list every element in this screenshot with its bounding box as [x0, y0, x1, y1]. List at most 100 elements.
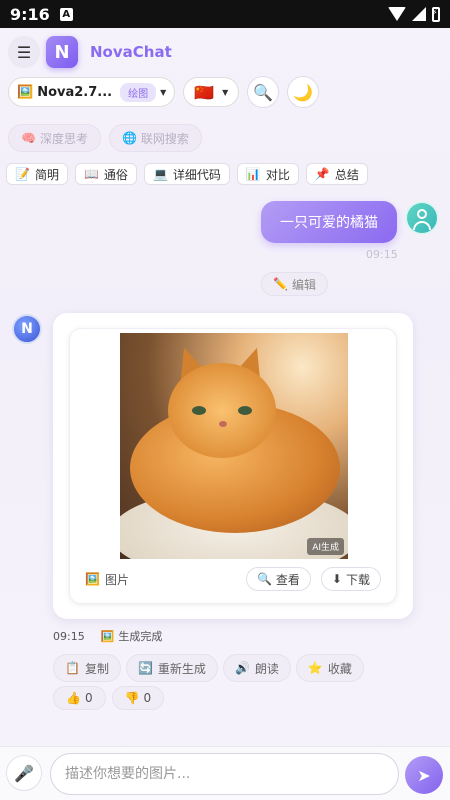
regenerate-button[interactable]: 🔄 重新生成	[125, 654, 218, 682]
app-logo: N	[46, 36, 78, 68]
notification-icon: A	[59, 7, 73, 21]
favorite-button[interactable]: ⭐ 收藏	[295, 654, 364, 682]
laptop-icon: 💻	[152, 167, 168, 181]
bot-avatar: N	[12, 314, 42, 344]
action-label: 复制	[84, 661, 109, 676]
hamburger-icon: ☰	[16, 42, 32, 62]
caret-down-icon: ▼	[222, 87, 229, 97]
style-chips: 📝 简明 📖 通俗 💻 详细代码 📊 对比 📌 总结	[6, 163, 368, 185]
picture-icon: 🖼️	[100, 629, 115, 643]
style-concise[interactable]: 📝 简明	[6, 163, 68, 185]
copy-button[interactable]: 📋 复制	[53, 654, 121, 682]
magnifier-icon: 🔍	[256, 572, 272, 586]
image-label-text: 图片	[104, 572, 129, 587]
down-count: 0	[143, 691, 152, 705]
image-footer: 🖼️ 图片 🔍 查看 ⬇ 下载	[70, 567, 396, 591]
thumbs-up-icon: 👍	[66, 691, 81, 705]
user-avatar	[405, 201, 439, 235]
model-tag: 绘图	[120, 82, 157, 102]
style-label: 总结	[334, 167, 359, 182]
status-text: 生成完成	[118, 630, 163, 643]
download-label: 下载	[345, 572, 370, 587]
voice-input-button[interactable]: 🎤	[6, 755, 42, 791]
user-head-icon	[417, 209, 427, 219]
china-flag-icon: 🇨🇳	[194, 82, 215, 102]
download-icon: ⬇	[331, 572, 342, 586]
action-label: 收藏	[327, 661, 352, 676]
wifi-icon	[388, 7, 406, 21]
style-label: 简明	[34, 167, 59, 182]
action-label: 朗读	[254, 661, 279, 676]
mode-label: 联网搜索	[140, 131, 189, 146]
model-selector[interactable]: 🖼️ Nova2.7... 绘图 ▼	[8, 77, 176, 107]
globe-icon: 🌐	[121, 131, 137, 145]
toolbar: 🖼️ Nova2.7... 绘图 ▼ 🇨🇳 ▼ 🔍 🌙	[8, 76, 320, 108]
edit-button[interactable]: ✏️ 编辑	[261, 272, 328, 296]
vote-row: 👍 0 👎 0	[53, 686, 165, 710]
style-label: 通俗	[103, 167, 128, 182]
up-count: 0	[84, 691, 93, 705]
picture-icon: 🖼️	[85, 572, 100, 586]
style-label: 详细代码	[172, 167, 221, 182]
moon-icon: 🌙	[293, 82, 314, 102]
read-aloud-button[interactable]: 🔊 朗读	[222, 654, 291, 682]
style-detailed-code[interactable]: 💻 详细代码	[143, 163, 230, 185]
battery-icon	[432, 6, 440, 22]
image-label: 🖼️ 图片	[85, 571, 129, 588]
language-selector[interactable]: 🇨🇳 ▼	[183, 77, 240, 107]
edit-label: 编辑	[291, 277, 316, 292]
app-title: NovaChat	[90, 43, 172, 61]
search-button[interactable]: 🔍	[247, 76, 280, 108]
prompt-input[interactable]	[50, 753, 399, 795]
generated-image-card: AI生成 🖼️ 图片 🔍 查看 ⬇ 下载	[69, 328, 397, 604]
pin-icon: 📌	[314, 167, 330, 181]
deep-think-toggle[interactable]: 🧠 深度思考	[8, 124, 101, 152]
input-bar: 🎤 ➤	[0, 746, 450, 800]
bot-message-card: AI生成 🖼️ 图片 🔍 查看 ⬇ 下载	[53, 313, 413, 619]
message-actions: 📋 复制 🔄 重新生成 🔊 朗读 ⭐ 收藏	[53, 654, 364, 682]
download-button[interactable]: ⬇ 下载	[320, 567, 381, 591]
style-summary[interactable]: 📌 总结	[305, 163, 368, 185]
web-search-toggle[interactable]: 🌐 联网搜索	[108, 124, 202, 152]
generated-cat-image[interactable]: AI生成	[120, 333, 348, 559]
action-label: 重新生成	[157, 661, 206, 676]
search-icon: 🔍	[253, 82, 274, 102]
caret-down-icon: ▼	[160, 87, 167, 97]
user-body-icon	[413, 221, 431, 230]
menu-button[interactable]: ☰	[8, 36, 40, 68]
user-message-bubble: 一只可爱的橘猫	[261, 201, 397, 243]
bot-message-meta: 09:15 🖼️ 生成完成	[53, 628, 162, 644]
speaker-icon: 🔊	[234, 661, 250, 675]
thumbs-down-button[interactable]: 👎 0	[111, 686, 165, 710]
style-compare[interactable]: 📊 对比	[236, 163, 299, 185]
user-message-time: 09:15	[366, 248, 398, 261]
theme-toggle-button[interactable]: 🌙	[287, 76, 320, 108]
ai-generated-tag: AI生成	[307, 538, 344, 555]
brain-icon: 🧠	[21, 131, 36, 145]
mode-toggles: 🧠 深度思考 🌐 联网搜索	[8, 124, 202, 152]
image-cat-nose	[219, 421, 227, 427]
pencil-icon: ✏️	[273, 277, 288, 291]
style-plain[interactable]: 📖 通俗	[74, 163, 137, 185]
memo-icon: 📝	[15, 167, 30, 181]
image-cat-head	[168, 363, 276, 458]
app-header: ☰ N NovaChat	[8, 36, 172, 68]
star-icon: ⭐	[307, 661, 323, 675]
image-actions: 🔍 查看 ⬇ 下载	[245, 567, 381, 591]
thumbs-up-button[interactable]: 👍 0	[53, 686, 106, 710]
mode-label: 深度思考	[39, 131, 88, 146]
view-button[interactable]: 🔍 查看	[245, 567, 311, 591]
send-button[interactable]: ➤	[405, 756, 443, 794]
bot-message-time: 09:15	[53, 629, 85, 643]
view-label: 查看	[275, 572, 300, 587]
signal-icon	[412, 7, 426, 21]
status-indicators	[388, 6, 440, 22]
image-model-icon: 🖼️	[17, 84, 34, 100]
book-icon: 📖	[83, 167, 99, 181]
image-cat-eye	[192, 406, 206, 415]
status-time: 9:16	[10, 4, 50, 24]
generation-status: 🖼️ 生成完成	[101, 628, 163, 644]
bar-chart-icon: 📊	[245, 167, 261, 181]
send-icon: ➤	[417, 765, 431, 785]
refresh-icon: 🔄	[137, 661, 153, 675]
